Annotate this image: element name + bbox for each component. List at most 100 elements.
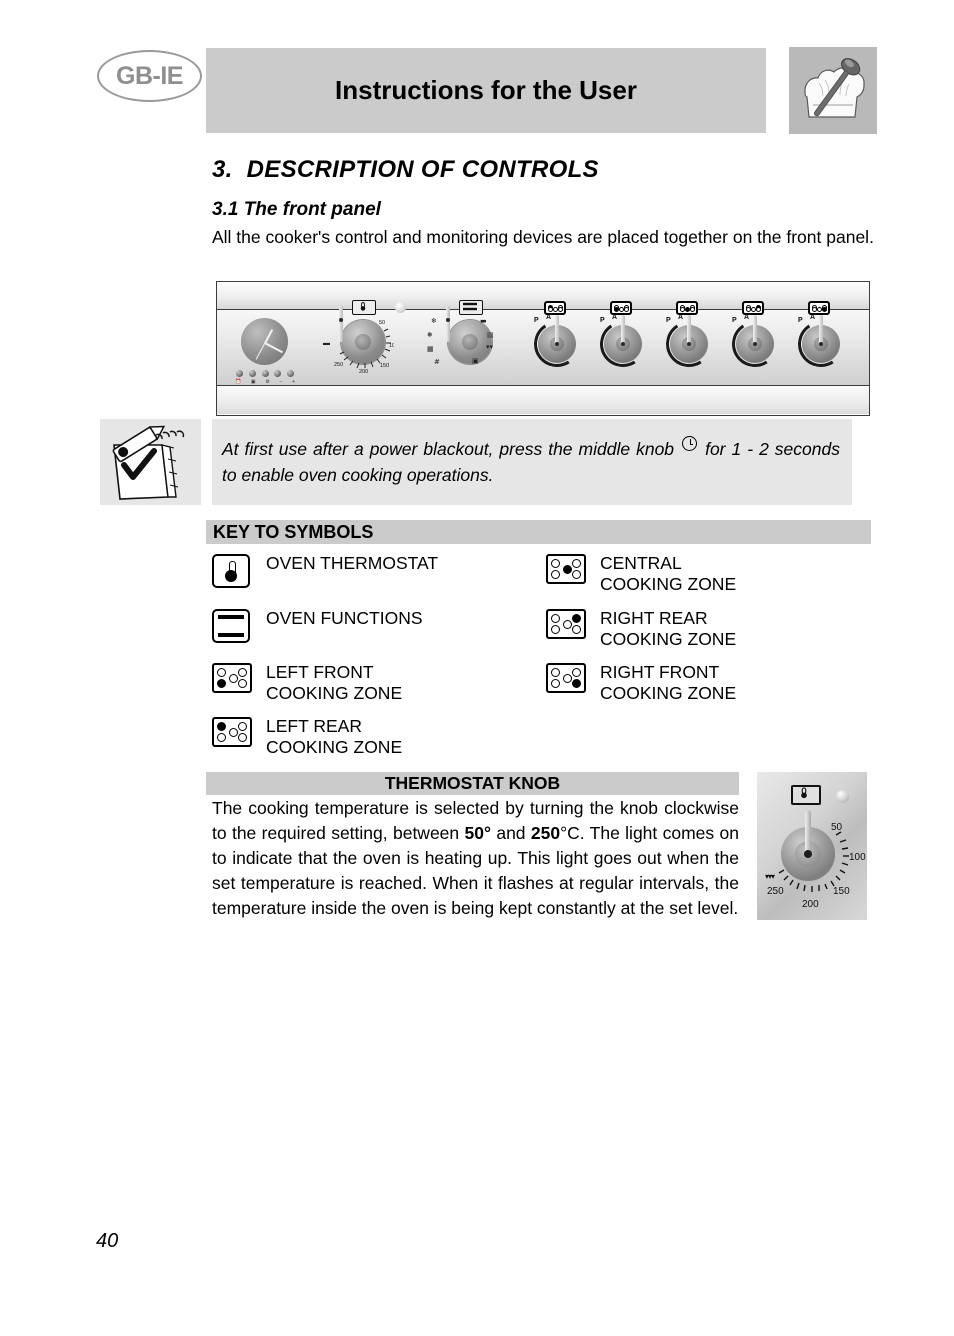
- section-heading-text: DESCRIPTION OF CONTROLS: [246, 156, 599, 183]
- header-title-bar: Instructions for the User: [206, 48, 766, 133]
- timer-button-minus[interactable]: [274, 370, 282, 377]
- thermostat-knob-figure: ▾▾▾ 50 100 150 200 250: [757, 772, 867, 920]
- burner-knob-pointer-5: [819, 315, 823, 345]
- thermo-text-2: and: [490, 823, 531, 843]
- svg-text:250: 250: [767, 886, 784, 897]
- burner-mark-a-1: A: [546, 314, 552, 321]
- timer-label-end: ⚙: [265, 379, 270, 385]
- svg-text:50: 50: [831, 822, 843, 833]
- svg-text:#: #: [434, 358, 440, 366]
- svg-text:▾▾: ▾▾: [486, 343, 494, 351]
- svg-text:200: 200: [359, 369, 368, 373]
- burner-mark-a-2: A: [612, 314, 618, 321]
- clock-icon: [682, 436, 698, 451]
- note-block: At first use after a power blackout, pre…: [100, 419, 852, 505]
- key-item-left-rear-zone: LEFT REAR COOKING ZONE: [212, 716, 402, 758]
- key-item-right-rear-zone: RIGHT REAR COOKING ZONE: [546, 608, 736, 650]
- oven-indicator-lamp: [395, 302, 406, 313]
- timer-button-end[interactable]: [261, 370, 269, 377]
- svg-text:200: 200: [802, 899, 819, 910]
- svg-text:100: 100: [389, 343, 394, 349]
- panel-bottom-strip: [217, 386, 869, 414]
- front-panel-figure: ⏰ ▣ ⚙ − + 50 100 150: [216, 281, 870, 416]
- key-label-oven-thermostat: OVEN THERMOSTAT: [266, 553, 439, 573]
- timer-button-plus[interactable]: [287, 370, 294, 377]
- oven-functions-icon: [212, 608, 254, 643]
- note-icon-cell: [100, 419, 201, 505]
- functions-knob-center: [446, 318, 450, 322]
- left-front-zone-icon: [212, 662, 254, 693]
- left-rear-zone-icon: [544, 301, 566, 315]
- subsection-heading: 3.1 The front panel: [212, 199, 381, 220]
- burner-knob-pointer-1: [555, 315, 559, 345]
- page-title: Instructions for the User: [335, 75, 637, 105]
- country-badge-label: GB-IE: [116, 61, 183, 90]
- functions-knob-pointer: [446, 306, 450, 342]
- clock-second-hand: [255, 341, 266, 360]
- page-header: GB-IE Instructions for the User: [0, 0, 954, 150]
- burner-mark-a-4: A: [744, 314, 750, 321]
- burner-mark-a-3: A: [678, 314, 684, 321]
- thermostat-knob-paragraph: The cooking temperature is selected by t…: [212, 796, 739, 921]
- timer-label-plus: +: [292, 379, 295, 385]
- right-front-zone-icon: [808, 301, 830, 315]
- intro-paragraph: All the cooker's control and monitoring …: [212, 227, 874, 247]
- svg-text:▣: ▣: [472, 357, 479, 365]
- burner-knob-pointer-2: [621, 315, 625, 345]
- burner-knob-center-4: [753, 342, 757, 346]
- key-label-left-front-zone: LEFT FRONT COOKING ZONE: [266, 662, 403, 703]
- page-number: 40: [96, 1230, 119, 1252]
- thermostat-off-mark: ▬: [323, 340, 330, 347]
- key-to-symbols-header: KEY TO SYMBOLS: [206, 520, 871, 544]
- key-item-right-front-zone: RIGHT FRONT COOKING ZONE: [546, 662, 736, 704]
- timer-label-minus: −: [279, 379, 283, 385]
- key-to-symbols-title: KEY TO SYMBOLS: [213, 522, 374, 542]
- svg-text:100: 100: [849, 852, 866, 863]
- country-badge: GB-IE: [97, 50, 202, 102]
- notepad-pencil-check-icon: [112, 425, 185, 500]
- burner-mark-p-1: P: [534, 317, 539, 324]
- burner-mark-p-3: P: [666, 317, 671, 324]
- central-zone-icon: [676, 301, 698, 315]
- timer-button-duration[interactable]: [248, 370, 256, 377]
- svg-text:150: 150: [833, 886, 850, 897]
- timer-clock-display: [241, 318, 288, 365]
- right-rear-zone-icon: [742, 301, 764, 315]
- thermo-temp-max: 250: [530, 823, 561, 843]
- svg-text:❅: ❅: [427, 331, 433, 339]
- oven-thermostat-icon: [212, 553, 254, 588]
- timer-button-alarm[interactable]: [236, 370, 243, 377]
- svg-text:150: 150: [380, 363, 389, 369]
- thermostat-knob-pointer: [339, 306, 343, 342]
- burner-mark-p-4: P: [732, 317, 737, 324]
- burner-mark-p-5: P: [798, 317, 803, 324]
- panel-top-strip: [217, 282, 869, 310]
- right-front-zone-icon: [546, 662, 588, 693]
- burner-knob-center-2: [621, 342, 625, 346]
- chef-hat-spoon-icon: [789, 47, 877, 134]
- key-label-left-rear-zone: LEFT REAR COOKING ZONE: [266, 716, 403, 757]
- burner-knob-center-1: [555, 342, 559, 346]
- note-text-cell: At first use after a power blackout, pre…: [212, 419, 852, 505]
- thermostat-knob-header: THERMOSTAT KNOB: [206, 772, 739, 795]
- clock-hour-hand: [263, 328, 273, 343]
- burner-mark-p-2: P: [600, 317, 605, 324]
- thermo-temp-min: 50°: [464, 823, 491, 843]
- key-item-left-front-zone: LEFT FRONT COOKING ZONE: [212, 662, 402, 704]
- key-label-right-rear-zone: RIGHT REAR COOKING ZONE: [600, 608, 737, 649]
- svg-text:250: 250: [334, 362, 343, 368]
- timer-button-labels: ⏰ ▣ ⚙ − +: [235, 379, 295, 385]
- right-rear-zone-icon: [546, 608, 588, 639]
- central-zone-icon: [546, 553, 588, 584]
- timer-button-row[interactable]: [236, 370, 294, 377]
- thermostat-dial-center: [804, 850, 812, 858]
- svg-text:❄: ❄: [431, 317, 437, 325]
- burner-knob-pointer-4: [753, 315, 757, 345]
- burner-mark-a-5: A: [810, 314, 816, 321]
- key-label-oven-functions: OVEN FUNCTIONS: [266, 608, 423, 628]
- section-number: 3.: [212, 156, 233, 183]
- key-item-oven-thermostat: OVEN THERMOSTAT: [212, 553, 438, 588]
- key-item-oven-functions: OVEN FUNCTIONS: [212, 608, 423, 643]
- left-rear-zone-icon: [212, 716, 254, 747]
- section-heading: 3. DESCRIPTION OF CONTROLS: [212, 156, 599, 184]
